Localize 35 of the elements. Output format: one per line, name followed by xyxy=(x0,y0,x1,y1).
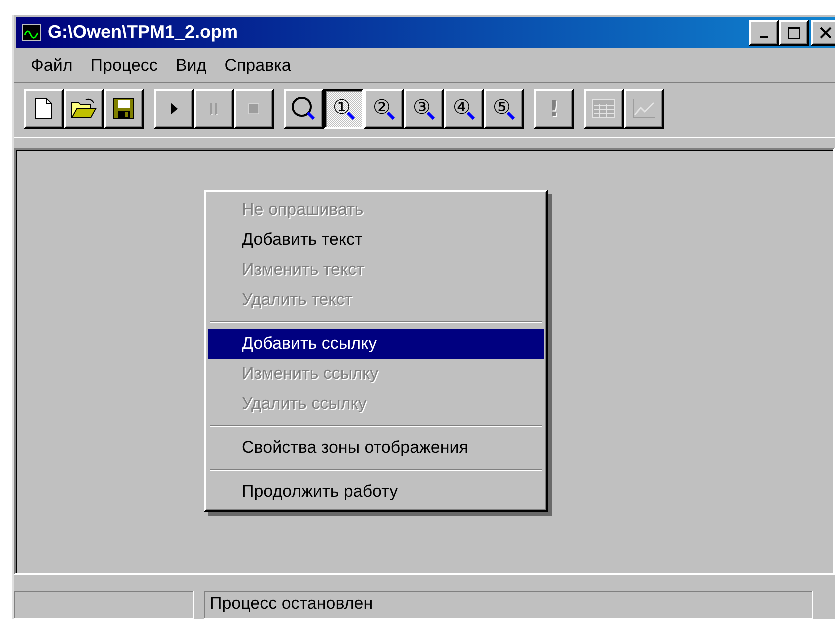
window-title: G:\Owen\TPM1_2.opm xyxy=(48,22,240,43)
open-button[interactable] xyxy=(64,89,104,129)
close-button[interactable] xyxy=(811,20,835,46)
stop-icon xyxy=(247,102,261,116)
magnifier-icon xyxy=(291,96,317,122)
menu-bar-item[interactable]: Вид xyxy=(166,54,216,78)
folder-icon xyxy=(71,98,97,120)
menu-item[interactable]: Продолжить работу xyxy=(208,477,544,507)
document-icon xyxy=(34,98,54,120)
zoom-button[interactable] xyxy=(284,89,324,129)
menu-item[interactable]: Свойства зоны отображения xyxy=(208,433,544,463)
minimize-button[interactable] xyxy=(749,20,779,46)
zoom-button[interactable]: ① xyxy=(324,89,364,129)
status-bar-panel: Процесс остановлен xyxy=(204,591,813,619)
app-icon xyxy=(22,24,42,42)
line-chart-icon xyxy=(632,98,656,120)
close-icon xyxy=(819,26,833,40)
new-button[interactable] xyxy=(24,89,64,129)
pause-icon xyxy=(208,102,220,116)
maximize-icon xyxy=(787,26,801,40)
menu-bar-item[interactable]: Процесс xyxy=(82,54,167,78)
menu-bar-item[interactable]: Справка xyxy=(216,54,300,78)
save-button[interactable] xyxy=(104,89,144,129)
zoom-button[interactable]: ③ xyxy=(404,89,444,129)
minimize-icon xyxy=(760,36,768,38)
menu-item[interactable]: Добавить текст xyxy=(208,225,544,255)
zoom-button[interactable]: ② xyxy=(364,89,404,129)
zoom-button[interactable]: ④ xyxy=(444,89,484,129)
play-button[interactable] xyxy=(154,89,194,129)
zoom-button[interactable]: ⑤ xyxy=(484,89,524,129)
play-icon xyxy=(169,102,179,116)
menu-item[interactable]: Добавить ссылку xyxy=(208,329,544,359)
maximize-button[interactable] xyxy=(779,20,809,46)
menu-bar-item[interactable]: Файл xyxy=(22,54,82,78)
table-icon xyxy=(592,99,616,119)
